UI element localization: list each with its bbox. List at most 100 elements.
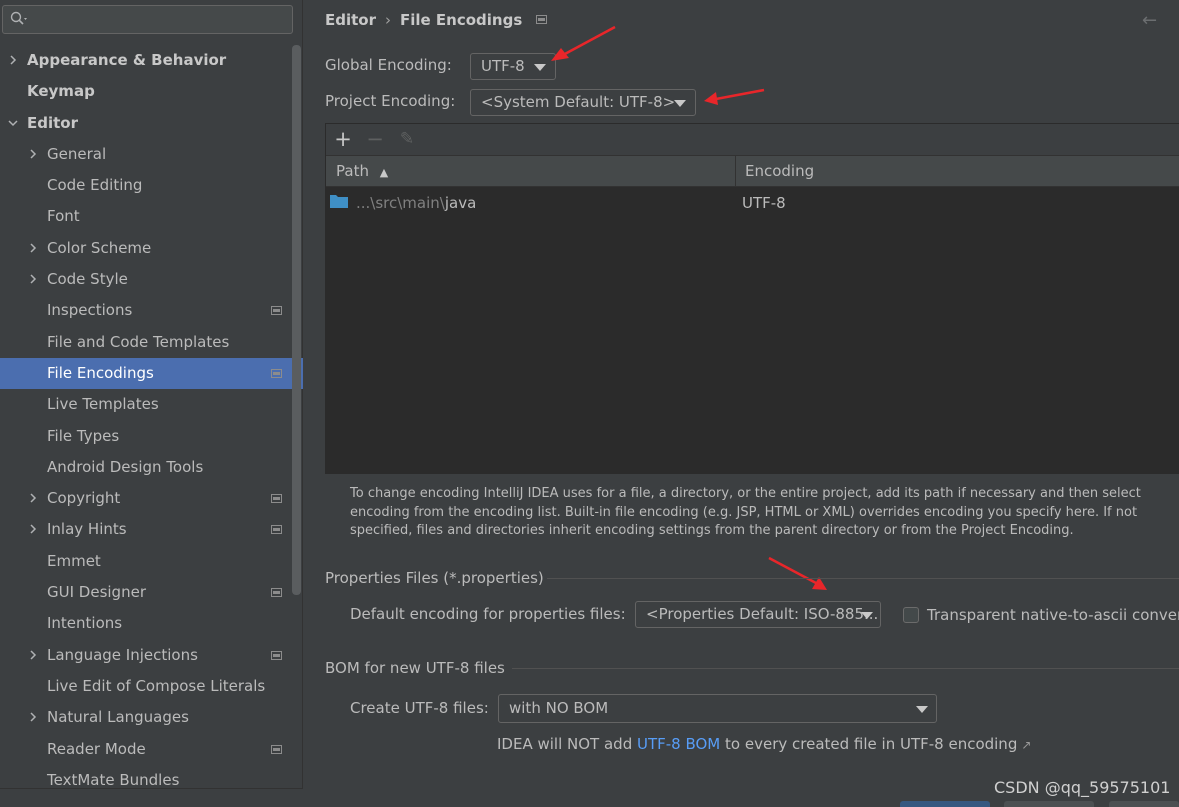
chevron-right-icon[interactable] xyxy=(8,55,18,65)
bom-note: IDEA will NOT add UTF-8 BOM to every cre… xyxy=(497,735,1031,753)
sidebar-item-file-encodings[interactable]: File Encodings xyxy=(0,357,303,390)
remove-icon[interactable]: − xyxy=(364,128,386,150)
sidebar-item-appearance-behavior[interactable]: Appearance & Behavior xyxy=(0,45,290,76)
back-arrow-icon[interactable]: ← xyxy=(1142,10,1157,31)
breadcrumb-editor[interactable]: Editor xyxy=(325,11,376,29)
sidebar-item-android-design-tools[interactable]: Android Design Tools xyxy=(0,452,290,483)
properties-encoding-dropdown[interactable]: <Properties Default: ISO-885... xyxy=(635,601,881,628)
global-encoding-value: UTF-8 xyxy=(481,57,525,75)
sidebar-item-code-editing[interactable]: Code Editing xyxy=(0,170,290,201)
sidebar-item-general[interactable]: General xyxy=(0,139,290,170)
transparent-native-ascii-checkbox[interactable] xyxy=(903,607,919,623)
column-label: Path xyxy=(336,162,369,180)
path-prefix: ...\src\main\ xyxy=(356,194,445,212)
transparent-native-ascii-label[interactable]: Transparent native-to-ascii conversion xyxy=(927,606,1179,624)
chevron-right-icon[interactable] xyxy=(28,149,38,159)
watermark: CSDN @qq_59575101 xyxy=(994,778,1171,797)
project-scope-icon xyxy=(271,494,282,504)
properties-encoding-value: <Properties Default: ISO-885... xyxy=(646,605,879,623)
chevron-right-icon[interactable] xyxy=(28,650,38,660)
sidebar-item-label: Intentions xyxy=(47,614,123,633)
sidebar-item-inspections[interactable]: Inspections xyxy=(0,295,290,326)
bom-note-suffix: to every created file in UTF-8 encoding xyxy=(720,735,1018,753)
breadcrumb-separator: › xyxy=(385,10,391,29)
sidebar-item-copyright[interactable]: Copyright xyxy=(0,483,290,514)
section-divider xyxy=(547,578,1179,579)
sort-ascending-icon: ▲ xyxy=(379,166,389,179)
properties-section-title: Properties Files (*.properties) xyxy=(325,569,544,587)
settings-sidebar: Appearance & Behavior Keymap Editor General… xyxy=(0,0,303,807)
utf8-bom-link[interactable]: UTF-8 BOM xyxy=(637,735,720,753)
sidebar-item-code-style[interactable]: Code Style xyxy=(0,264,290,295)
sidebar-item-label: GUI Designer xyxy=(47,583,146,602)
sidebar-item-label: Language Injections xyxy=(47,645,198,664)
sidebar-item-label: Live Edit of Compose Literals xyxy=(47,676,266,695)
encoding-cell[interactable]: UTF-8 xyxy=(742,194,786,212)
sidebar-item-file-and-code-templates[interactable]: File and Code Templates xyxy=(0,327,290,358)
add-icon[interactable]: + xyxy=(332,128,354,150)
sidebar-item-font[interactable]: Font xyxy=(0,201,290,232)
sidebar-item-label: Code Editing xyxy=(47,176,143,195)
sidebar-item-reader-mode[interactable]: Reader Mode xyxy=(0,734,290,765)
sidebar-footer xyxy=(0,788,303,807)
sidebar-item-live-edit-of-compose-literals[interactable]: Live Edit of Compose Literals xyxy=(0,671,290,702)
ok-button[interactable] xyxy=(900,801,990,807)
sidebar-item-label: File Encodings xyxy=(47,363,154,382)
sidebar-item-label: Keymap xyxy=(27,82,95,101)
sidebar-item-label: Emmet xyxy=(47,551,101,570)
chevron-right-icon[interactable] xyxy=(28,243,38,253)
sidebar-item-color-scheme[interactable]: Color Scheme xyxy=(0,233,290,264)
search-icon xyxy=(10,11,30,31)
bom-value: with NO BOM xyxy=(509,699,609,717)
column-divider[interactable] xyxy=(735,156,736,187)
annotation-arrow-icon xyxy=(551,25,616,61)
sidebar-item-label: Inlay Hints xyxy=(47,520,127,539)
annotation-arrow-icon xyxy=(704,88,765,105)
chevron-right-icon[interactable] xyxy=(28,493,38,503)
sidebar-item-label: General xyxy=(47,144,107,163)
path-name: java xyxy=(444,194,477,212)
global-encoding-dropdown[interactable]: UTF-8 xyxy=(470,53,556,80)
sidebar-scrollbar[interactable] xyxy=(292,45,301,595)
apply-button[interactable] xyxy=(1109,801,1179,807)
sidebar-item-live-templates[interactable]: Live Templates xyxy=(0,389,290,420)
sidebar-item-language-injections[interactable]: Language Injections xyxy=(0,640,290,671)
annotation-arrow-icon xyxy=(768,556,827,590)
search-input[interactable] xyxy=(2,5,293,34)
chevron-right-icon[interactable] xyxy=(28,712,38,722)
sidebar-item-file-types[interactable]: File Types xyxy=(0,421,290,452)
breadcrumb: Editor › File Encodings xyxy=(325,10,548,32)
properties-default-label: Default encoding for properties files: xyxy=(350,605,626,623)
sidebar-item-label: Reader Mode xyxy=(47,739,146,758)
folder-icon xyxy=(330,194,348,212)
edit-icon[interactable]: ✎ xyxy=(396,128,418,150)
create-utf8-label: Create UTF-8 files: xyxy=(350,699,489,717)
sidebar-item-label: File and Code Templates xyxy=(47,332,230,351)
table-row[interactable]: ...\src\main\java UTF-8 xyxy=(326,187,1179,219)
sidebar-item-intentions[interactable]: Intentions xyxy=(0,608,290,639)
bom-dropdown[interactable]: with NO BOM xyxy=(498,694,937,723)
cancel-button[interactable] xyxy=(1004,801,1094,807)
sidebar-item-keymap[interactable]: Keymap xyxy=(0,76,290,107)
project-encoding-label: Project Encoding: xyxy=(325,92,456,110)
encoding-help-text: To change encoding IntelliJ IDEA uses fo… xyxy=(350,486,1141,539)
chevron-right-icon[interactable] xyxy=(28,524,38,534)
sidebar-item-label: Live Templates xyxy=(47,395,159,414)
settings-tree: Appearance & Behavior Keymap Editor General… xyxy=(0,45,303,796)
sidebar-item-inlay-hints[interactable]: Inlay Hints xyxy=(0,514,290,545)
chevron-down-icon[interactable] xyxy=(8,118,18,128)
project-encoding-dropdown[interactable]: <System Default: UTF-8> xyxy=(470,89,696,116)
project-scope-icon xyxy=(271,744,282,754)
sidebar-item-gui-designer[interactable]: GUI Designer xyxy=(0,577,290,608)
column-header-path[interactable]: Path ▲ xyxy=(336,156,388,187)
table-body: ...\src\main\java UTF-8 xyxy=(326,187,1179,474)
external-link-icon: ↗ xyxy=(1021,738,1032,752)
global-encoding-label: Global Encoding: xyxy=(325,56,452,74)
column-header-encoding[interactable]: Encoding xyxy=(745,156,814,187)
chevron-right-icon[interactable] xyxy=(28,274,38,284)
sidebar-item-emmet[interactable]: Emmet xyxy=(0,546,290,577)
project-scope-icon xyxy=(271,588,282,598)
sidebar-item-editor[interactable]: Editor xyxy=(0,108,290,139)
sidebar-item-label: Editor xyxy=(27,113,78,132)
sidebar-item-natural-languages[interactable]: Natural Languages xyxy=(0,702,290,733)
